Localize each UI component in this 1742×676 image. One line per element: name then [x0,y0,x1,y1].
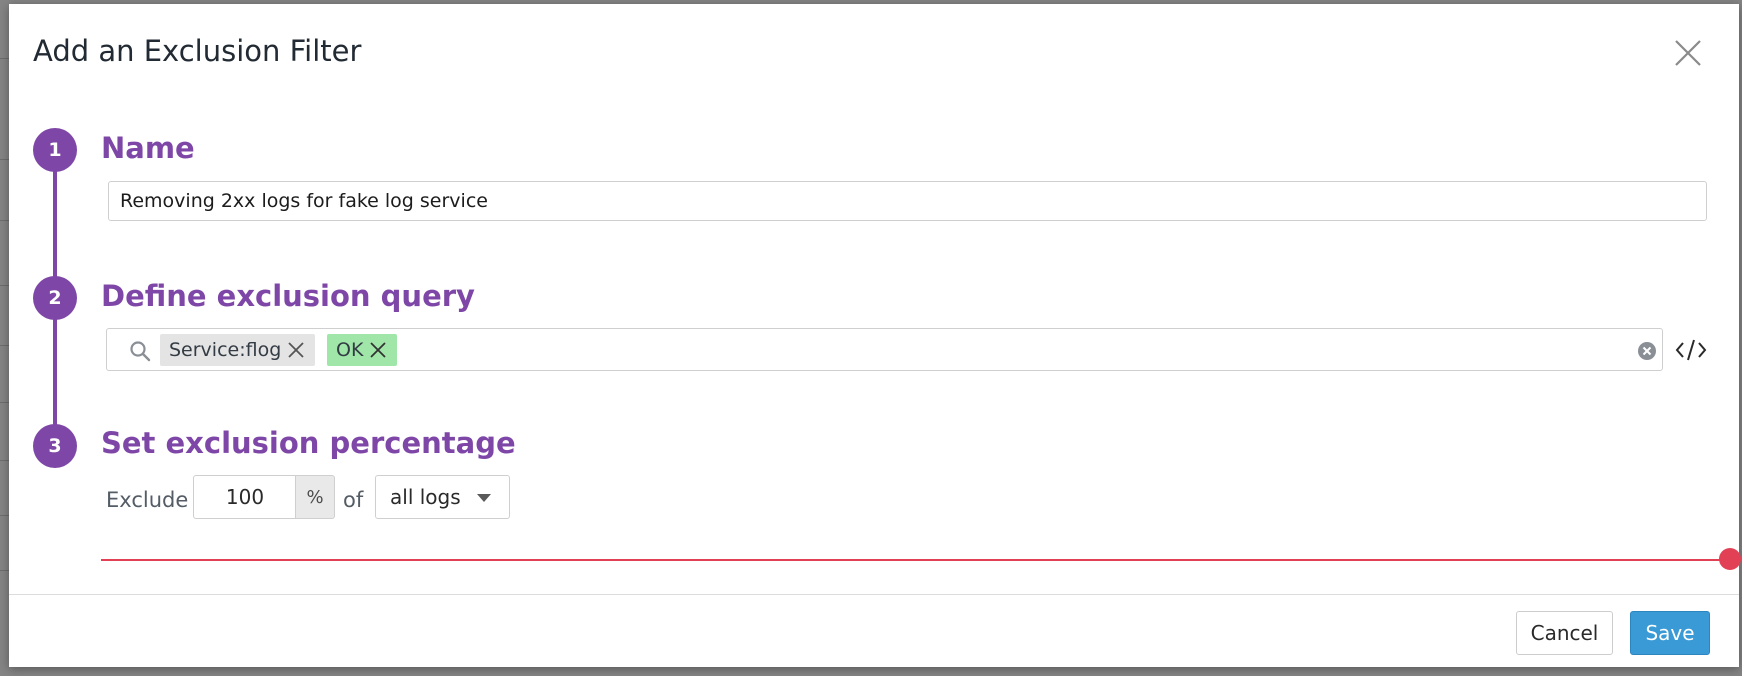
filter-name-input[interactable] [108,181,1707,221]
query-tag-status[interactable]: OK [327,334,397,366]
query-tag-label: Service:flog [169,339,282,361]
step-connector [53,154,57,284]
cancel-button[interactable]: Cancel [1516,611,1613,655]
step-title-percentage: Set exclusion percentage [101,426,516,460]
caret-down-icon [477,494,491,502]
of-label: of [343,488,364,512]
log-scope-value: all logs [390,485,461,509]
modal-title: Add an Exclusion Filter [33,34,362,68]
step-number-1: 1 [33,128,77,172]
exclusion-percentage-slider[interactable] [101,546,1741,574]
save-button[interactable]: Save [1630,611,1710,655]
close-icon [1675,40,1701,66]
exclusion-filter-modal: Add an Exclusion Filter 1 Name 2 Define … [9,4,1741,667]
slider-fill [101,559,1731,561]
clear-query-icon[interactable] [1637,341,1657,361]
step-number-2: 2 [33,276,77,320]
remove-tag-icon[interactable] [369,341,387,359]
code-icon [1675,339,1707,361]
percent-addon: % [295,475,335,519]
step-number-3: 3 [33,424,77,468]
exclusion-percentage-input[interactable] [193,475,296,519]
exclusion-query-input[interactable]: Service:flog OK [106,328,1663,371]
log-scope-select[interactable]: all logs [375,475,510,519]
step-connector [53,304,57,427]
step-title-query: Define exclusion query [101,279,475,313]
footer-divider [9,594,1739,595]
step-title-name: Name [101,131,195,165]
query-tag-label: OK [336,339,364,361]
code-view-toggle[interactable] [1674,336,1708,364]
exclude-label: Exclude [106,488,189,512]
remove-tag-icon[interactable] [287,341,305,359]
close-button[interactable] [1673,38,1703,68]
search-icon [130,341,151,362]
query-tag-service[interactable]: Service:flog [160,334,315,366]
slider-handle[interactable] [1719,548,1741,570]
